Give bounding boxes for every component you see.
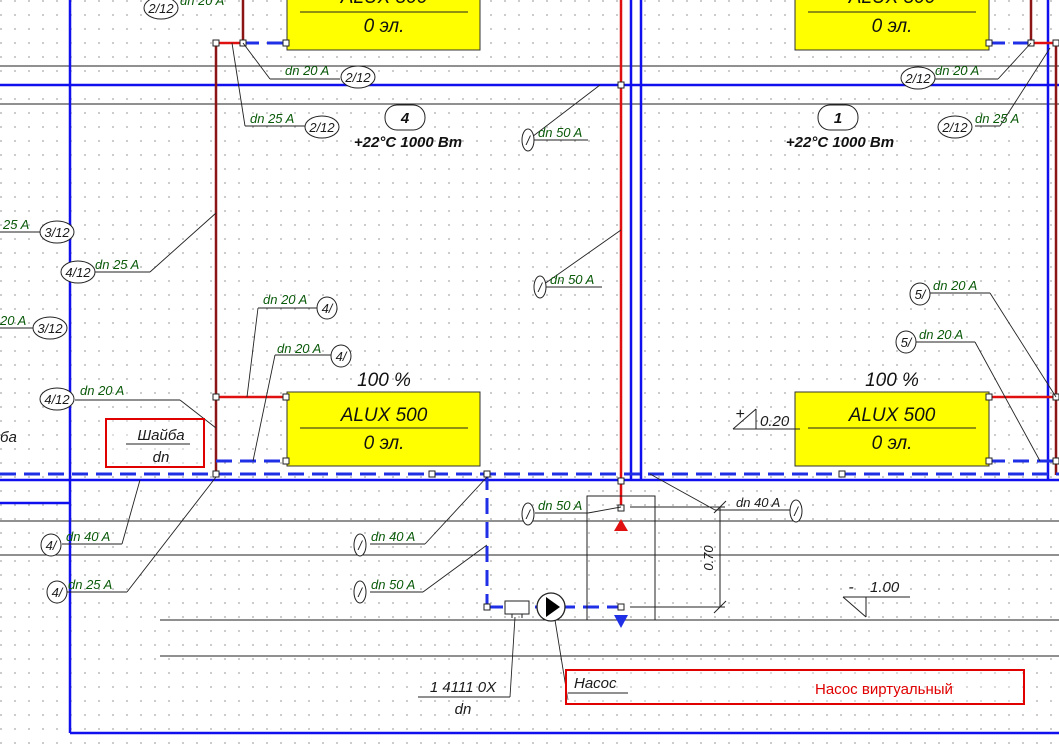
tag: 3/12 <box>37 321 63 336</box>
room-conditions: +22°C 1000 Вт <box>354 134 462 151</box>
valve-code: 1 4111 0X <box>430 679 497 696</box>
valve-sub: dn <box>455 701 472 718</box>
tag: 5/ <box>915 287 927 302</box>
pipe-label: dn 20 A <box>80 383 124 398</box>
tag: 3/12 <box>44 225 70 240</box>
pipe-label: dn 20 A <box>277 341 321 356</box>
pipe-label: dn 50 A <box>538 125 582 140</box>
room-number: 1 <box>834 110 842 127</box>
pipe-label: dn 50 A <box>550 272 594 287</box>
washer-sub: dn <box>153 449 170 466</box>
elevation-minus-sign: - <box>848 579 853 596</box>
pipe-label: dn 20 A <box>933 278 977 293</box>
pipe-label: dn 25 A <box>95 257 139 272</box>
pipe-label: dn 20 A <box>263 292 307 307</box>
room-marker-1[interactable]: 1 <box>817 104 859 131</box>
pipe-label: 20 A <box>0 313 26 328</box>
tag: 2/12 <box>904 71 931 86</box>
radiator-bottom-right[interactable]: ALUX 500 0 эл. <box>794 391 990 467</box>
elevation-plus-sign: + <box>735 406 744 423</box>
radiator-model: ALUX 500 <box>848 0 936 8</box>
pipe-label: dn 25 A <box>68 577 112 592</box>
tag: 2/12 <box>308 120 335 135</box>
radiator-percent: 100 % <box>865 370 919 391</box>
pump-label: Насос <box>574 675 617 692</box>
tag: 2/12 <box>147 1 174 16</box>
tag: 4/ <box>52 585 64 600</box>
radiator-count: 0 эл. <box>364 16 405 37</box>
radiator-model: ALUX 500 <box>340 405 428 426</box>
radiator-model: ALUX 500 <box>848 405 936 426</box>
tag: 2/12 <box>344 70 371 85</box>
washer-title: Шайба <box>137 427 184 444</box>
pipe-label: dn 20 A <box>285 63 329 78</box>
elevation-plus-value: 0.20 <box>760 413 790 430</box>
pipe-label: dn 25 A <box>250 111 294 126</box>
tag: 4/ <box>46 538 58 553</box>
pump-note: Насос виртуальный <box>815 681 953 698</box>
radiator-top-left[interactable]: ALUX 500 0 эл. <box>286 0 481 51</box>
pipe-label: dn 40 A <box>371 529 415 544</box>
pump-callout[interactable]: Насос Насос виртуальный <box>565 669 1025 705</box>
pipe-label: dn 40 A <box>736 495 780 510</box>
height-dimension-value: 0.70 <box>701 545 716 571</box>
washer-callout[interactable]: Шайба dn <box>105 418 205 468</box>
radiator-count: 0 эл. <box>872 433 913 454</box>
tag: 2/12 <box>941 120 968 135</box>
radiator-count: 0 эл. <box>872 16 913 37</box>
pipe-label: dn 50 A <box>538 498 582 513</box>
radiator-model: ALUX 500 <box>340 0 428 8</box>
room-marker-4[interactable]: 4 <box>384 104 426 131</box>
valve-icon[interactable] <box>504 600 530 615</box>
partial-left-label: ба <box>0 429 17 446</box>
tag: 5/ <box>901 335 913 350</box>
tag: 4/12 <box>65 265 91 280</box>
pipe-label: 25 A <box>2 217 29 232</box>
radiator-count: 0 эл. <box>364 433 405 454</box>
pipe-label: dn 20 A <box>919 327 963 342</box>
pipe-label: dn 20 A <box>935 63 979 78</box>
tag: 4/ <box>336 349 348 364</box>
tag: 4/ <box>322 301 334 316</box>
tag: 4/12 <box>44 392 70 407</box>
room-number: 4 <box>400 110 410 127</box>
drawing-canvas: ALUX 500 0 эл. ALUX 500 0 эл. ALUX 500 0… <box>0 0 1059 748</box>
elevation-minus-value: 1.00 <box>870 579 900 596</box>
radiator-bottom-left[interactable]: ALUX 500 0 эл. <box>286 391 481 467</box>
pipe-label: dn 25 A <box>975 111 1019 126</box>
radiator-percent: 100 % <box>357 370 411 391</box>
pipe-label: dn 50 A <box>371 577 415 592</box>
radiator-top-right[interactable]: ALUX 500 0 эл. <box>794 0 990 51</box>
pipe-label: dn 20 A <box>180 0 224 8</box>
room-conditions: +22°C 1000 Вт <box>786 134 894 151</box>
pipe-label: dn 40 A <box>66 529 110 544</box>
